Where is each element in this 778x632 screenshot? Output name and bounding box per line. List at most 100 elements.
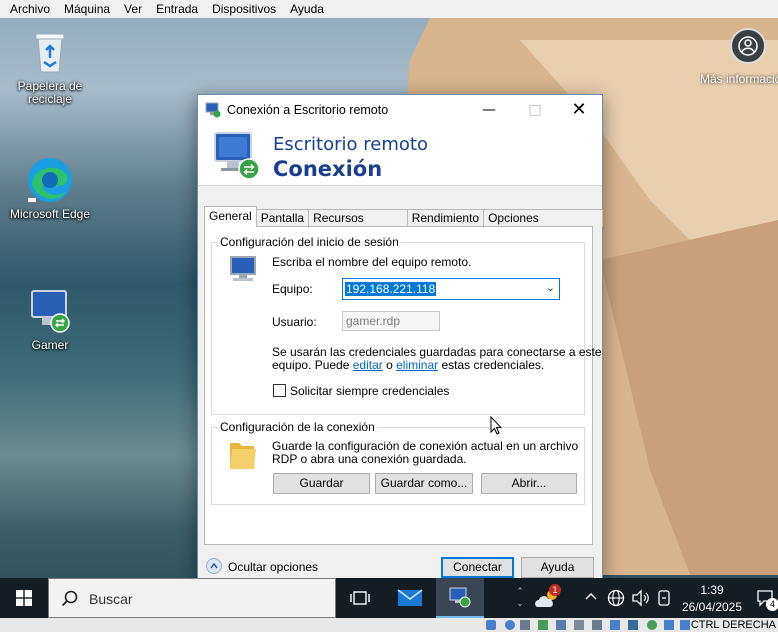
tab-rendimiento[interactable]: Rendimiento (406, 209, 485, 227)
vm-statusbar: CTRL DERECHA (0, 618, 778, 632)
credentials-text-part: o (382, 358, 397, 372)
desktop-icon-recycle-bin[interactable]: Papelera de reciclaje (8, 28, 92, 106)
logon-prompt: Escriba el nombre del equipo remoto. (272, 255, 472, 269)
edge-icon (26, 156, 74, 204)
spotlight-info-widget[interactable]: Más información sobre esta imagen (700, 28, 778, 86)
mail-icon (397, 589, 423, 606)
vm-menu-entrada[interactable]: Entrada (156, 2, 198, 16)
network-tray-button[interactable] (607, 589, 625, 610)
task-view-button[interactable] (336, 578, 384, 618)
taskbar-clock[interactable]: 1:39 26/04/2025 (676, 582, 748, 616)
globe-icon (607, 589, 625, 607)
desktop-icon-edge[interactable]: Microsoft Edge (8, 156, 92, 221)
recycle-bin-icon (26, 28, 74, 76)
delete-credentials-link[interactable]: eliminar (396, 358, 438, 372)
connection-desc-line2: RDP o abra una conexión guardada. (272, 452, 467, 466)
task-view-icon (350, 591, 370, 605)
edit-credentials-link[interactable]: editar (353, 358, 383, 372)
vm-menu-ayuda[interactable]: Ayuda (290, 2, 324, 16)
computer-icon (230, 256, 256, 281)
tab-opciones-avanzadas[interactable]: Opciones avanzadas (483, 209, 603, 241)
tab-strip: General Pantalla Recursos locales Rendim… (204, 206, 603, 241)
save-button[interactable]: Guardar (273, 473, 370, 494)
always-ask-credentials-checkbox[interactable] (273, 384, 286, 397)
folder-icon (230, 443, 256, 469)
tray-chevron-button[interactable] (584, 590, 598, 604)
weather-widget[interactable]: 1 (530, 578, 566, 618)
tab-pantalla[interactable]: Pantalla (255, 209, 310, 227)
taskbar: Buscar ⌃ ⌄ 1 1:39 26/04/2025 4 (0, 578, 778, 618)
host-key-label: CTRL DERECHA (690, 619, 776, 631)
camera-info-icon (730, 28, 766, 64)
vm-menu-maquina[interactable]: Máquina (64, 2, 110, 16)
desktop-icon-label: Papelera de reciclaje (17, 79, 83, 106)
open-button[interactable]: Abrir... (481, 473, 577, 494)
search-placeholder: Buscar (89, 591, 133, 607)
window-titlebar[interactable]: Conexión a Escritorio remoto — □ ✕ (198, 95, 602, 124)
vm-status-icons (486, 620, 690, 630)
chevron-up-icon (585, 593, 597, 600)
desktop-icon-label: Microsoft Edge (9, 207, 91, 221)
chevron-up-icon (210, 563, 218, 569)
windows-logo-icon (16, 590, 32, 606)
always-ask-credentials-label[interactable]: Solicitar siempre credenciales (290, 384, 449, 398)
connect-button[interactable]: Conectar (441, 557, 514, 578)
rdp-window: Conexión a Escritorio remoto — □ ✕ Escri… (197, 94, 603, 580)
weather-badge: 1 (549, 584, 561, 596)
user-label: Usuario: (272, 315, 317, 329)
banner-title-line1: Escritorio remoto (273, 134, 428, 155)
hide-options-label[interactable]: Ocultar opciones (228, 560, 318, 574)
window-title: Conexión a Escritorio remoto (227, 102, 389, 117)
ime-tray-button[interactable] (656, 589, 672, 610)
volume-tray-button[interactable] (631, 589, 651, 610)
close-button[interactable]: ✕ (556, 95, 602, 124)
rdp-banner-icon (214, 132, 260, 180)
save-as-button[interactable]: Guardar como... (375, 473, 473, 494)
rdp-app-icon (205, 102, 221, 118)
help-button[interactable]: Ayuda (521, 557, 594, 578)
desktop-icon-label: Gamer (31, 338, 69, 352)
tab-general[interactable]: General (204, 206, 257, 227)
remote-desktop-shortcut-icon (26, 287, 74, 335)
rdp-taskbar-button[interactable] (436, 578, 484, 618)
maximize-button[interactable]: □ (512, 95, 558, 124)
connection-desc-line1: Guarde la configuración de conexión actu… (272, 439, 579, 453)
computer-label: Equipo: (272, 282, 313, 296)
start-button[interactable] (0, 578, 48, 618)
mail-app-button[interactable] (386, 578, 434, 618)
taskbar-search-box[interactable]: Buscar (48, 578, 336, 618)
notification-center-button[interactable]: 4 (756, 589, 778, 611)
credentials-text-part: estas credenciales. (438, 358, 545, 372)
display-tray-icon (658, 590, 670, 606)
tab-recursos-locales[interactable]: Recursos locales (308, 209, 408, 241)
notification-count: 4 (766, 598, 778, 611)
remote-desktop-icon (449, 587, 471, 608)
minimize-button[interactable]: — (466, 95, 512, 124)
credentials-text-part: equipo. Puede (272, 358, 353, 372)
logon-group-title: Configuración del inicio de sesión (218, 235, 401, 249)
search-icon (61, 590, 78, 607)
mouse-cursor-icon (490, 416, 502, 435)
clock-time: 1:39 (700, 583, 724, 597)
user-field[interactable]: gamer.rdp (342, 311, 440, 331)
hide-options-toggle[interactable] (206, 558, 222, 574)
banner-title-line2: Conexión (273, 157, 383, 181)
spotlight-info-label: Más información sobre esta imagen (700, 72, 778, 86)
clock-date: 26/04/2025 (681, 600, 743, 614)
chevron-down-icon: ⌄ (516, 599, 524, 609)
vm-menu-dispositivos[interactable]: Dispositivos (212, 2, 276, 16)
vm-menubar: Archivo Máquina Ver Entrada Dispositivos… (0, 0, 778, 18)
desktop-icon-gamer[interactable]: Gamer (8, 287, 92, 352)
chevron-up-icon: ⌃ (516, 587, 524, 597)
credentials-text-line2: equipo. Puede editar o eliminar estas cr… (272, 358, 544, 372)
computer-value: 192.168.221.118 (345, 282, 437, 296)
speaker-icon (632, 589, 649, 607)
chevron-down-icon[interactable]: ⌄ (546, 281, 555, 294)
taskbar-scroll-control[interactable]: ⌃ ⌄ (512, 578, 528, 618)
computer-combobox[interactable]: 192.168.221.118 ⌄ (342, 278, 560, 300)
credentials-text-line1: Se usarán las credenciales guardadas par… (272, 345, 602, 359)
connection-group-title: Configuración de la conexión (218, 420, 377, 434)
vm-menu-archivo[interactable]: Archivo (10, 2, 50, 16)
rdp-banner: Escritorio remoto Conexión (198, 124, 602, 186)
vm-menu-ver[interactable]: Ver (124, 2, 142, 16)
